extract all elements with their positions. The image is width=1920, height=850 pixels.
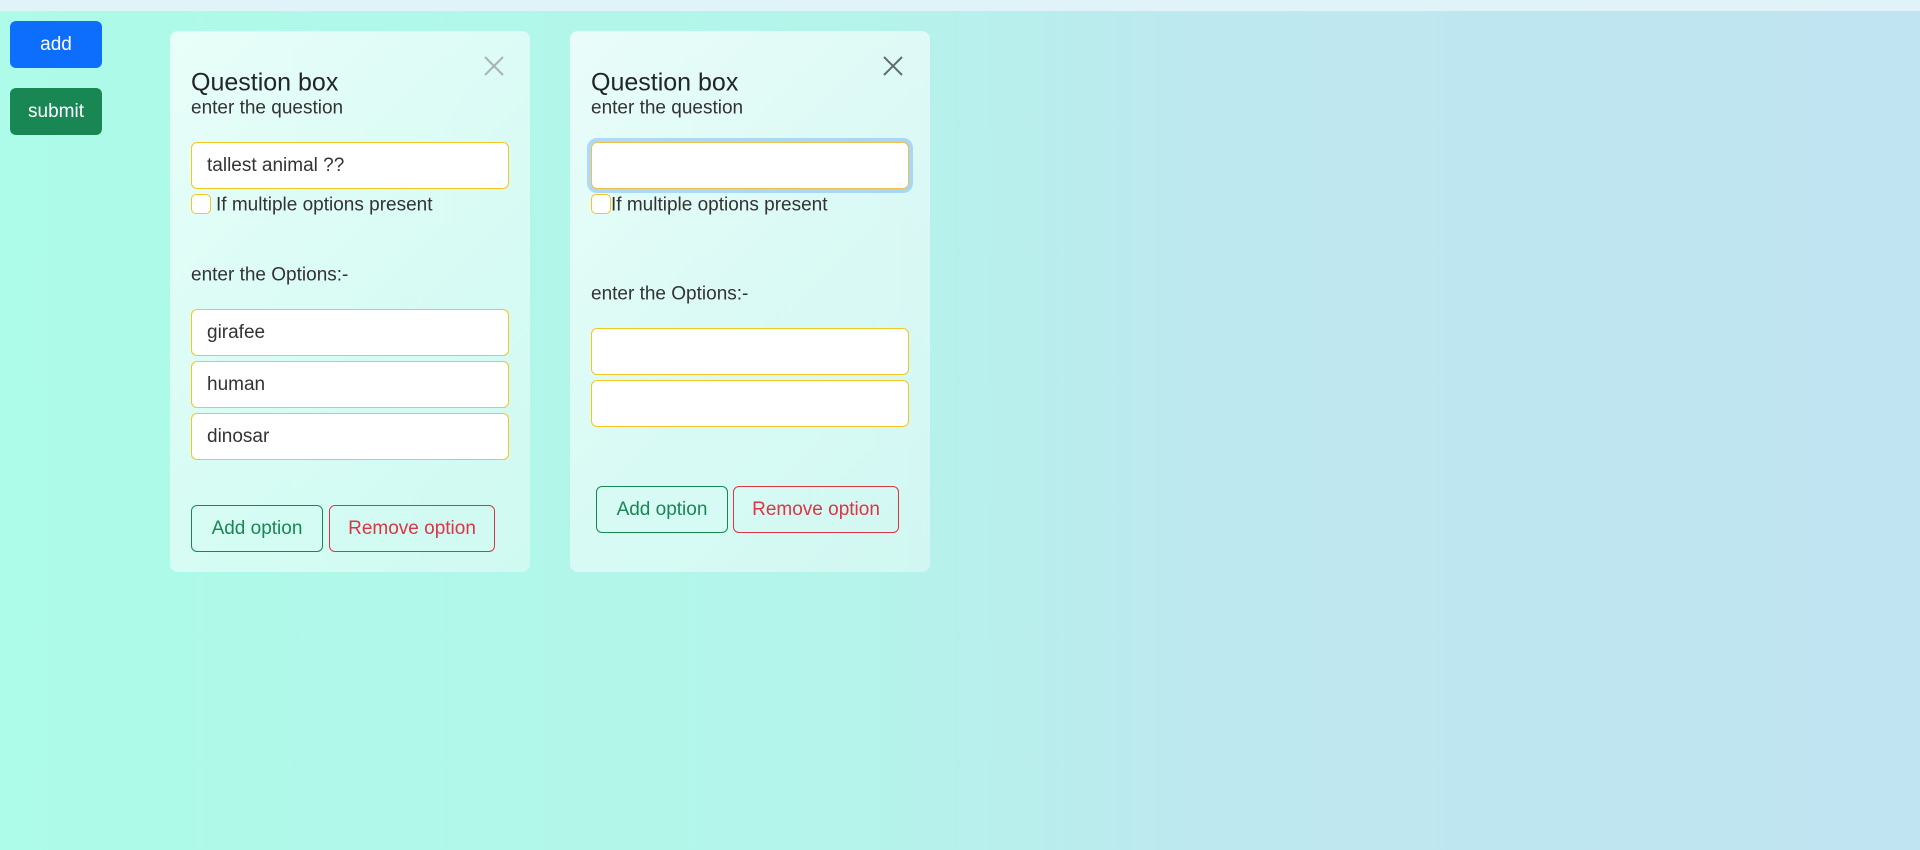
- question-label: enter the question: [591, 97, 744, 119]
- multiple-options-label: If multiple options present: [216, 194, 433, 216]
- multiple-options-checkbox[interactable]: [191, 194, 211, 214]
- question-input[interactable]: [191, 142, 509, 189]
- close-card-button[interactable]: [481, 53, 507, 79]
- question-card: Question box enter the question If multi…: [170, 31, 530, 572]
- card-title: Question box: [591, 68, 739, 97]
- close-card-button[interactable]: [880, 53, 906, 79]
- close-icon: [883, 56, 903, 76]
- add-option-button[interactable]: Add option: [191, 505, 323, 552]
- multiple-options-checkbox[interactable]: [591, 194, 611, 214]
- card-title: Question box: [191, 68, 339, 97]
- option-input[interactable]: [191, 413, 509, 460]
- multiple-options-label: If multiple options present: [611, 194, 828, 216]
- option-input[interactable]: [191, 361, 509, 408]
- remove-option-button[interactable]: Remove option: [733, 486, 899, 533]
- option-input[interactable]: [591, 328, 909, 375]
- add-question-button[interactable]: add: [10, 21, 102, 68]
- add-option-button[interactable]: Add option: [596, 486, 728, 533]
- submit-button[interactable]: submit: [10, 88, 102, 135]
- top-bar: [0, 0, 1920, 11]
- question-card: Question box enter the question If multi…: [570, 31, 930, 572]
- question-label: enter the question: [191, 97, 344, 119]
- option-input[interactable]: [591, 380, 909, 427]
- question-input[interactable]: [591, 142, 909, 189]
- close-icon: [484, 56, 504, 76]
- option-input[interactable]: [191, 309, 509, 356]
- options-label: enter the Options:-: [591, 283, 749, 305]
- options-label: enter the Options:-: [191, 264, 349, 286]
- remove-option-button[interactable]: Remove option: [329, 505, 495, 552]
